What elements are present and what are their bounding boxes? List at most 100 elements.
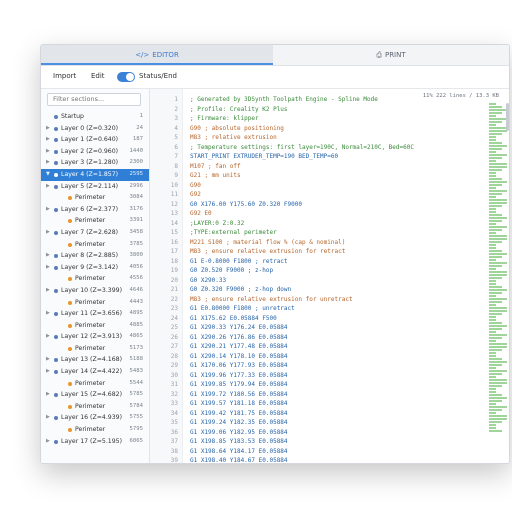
sidebar-subitem[interactable]: Perimeter 4885 [41, 320, 149, 332]
expand-caret-icon[interactable]: ▶ [46, 134, 50, 146]
sidebar-item[interactable]: ▶ Layer 13 (Z=4.168) 5188 [41, 354, 149, 366]
code-line[interactable]: 25 G1 X290.33 Y176.24 E0.05884 [150, 323, 480, 333]
tab-editor[interactable]: </> EDITOR [41, 45, 273, 65]
filter-sections-input[interactable] [47, 93, 141, 106]
sidebar-item[interactable]: ▶ Layer 3 (Z=1.280) 2300 [41, 157, 149, 169]
expand-caret-icon[interactable]: ▶ [46, 366, 50, 378]
code-line[interactable]: 4 G90 ; absolute positioning [150, 124, 480, 134]
expand-caret-icon[interactable]: ▶ [46, 181, 50, 193]
code-line[interactable]: 39 G1 X198.40 Y184.67 E0.05884 [150, 456, 480, 463]
scrollbar-thumb[interactable] [506, 103, 509, 131]
code-line[interactable]: 12 G0 X176.00 Y175.60 Z0.320 F9000 [150, 200, 480, 210]
minimap-line [489, 286, 502, 288]
sidebar-item[interactable]: ▶ Layer 1 (Z=0.640) 187 [41, 134, 149, 146]
sidebar-item[interactable]: ▶ Layer 16 (Z=4.939) 5755 [41, 412, 149, 424]
expand-caret-icon[interactable]: ▶ [46, 250, 50, 262]
code-line[interactable]: 35 G1 X199.24 Y182.35 E0.05884 [150, 418, 480, 428]
import-button[interactable]: Import [53, 72, 76, 80]
sidebar-subitem[interactable]: Perimeter 3391 [41, 215, 149, 227]
expand-caret-icon[interactable]: ▶ [46, 389, 50, 401]
sidebar-item[interactable]: ▶ Layer 17 (Z=5.195) 6065 [41, 436, 149, 448]
sidebar-subitem[interactable]: Perimeter 5544 [41, 378, 149, 390]
expand-caret-icon[interactable]: ▶ [46, 262, 50, 274]
code-line[interactable]: 37 G1 X198.85 Y183.53 E0.05884 [150, 437, 480, 447]
sidebar-item[interactable]: ▶ Layer 9 (Z=3.142) 4056 [41, 262, 149, 274]
sidebar-item[interactable]: ▶ Layer 11 (Z=3.656) 4895 [41, 308, 149, 320]
code-line[interactable]: 22 M83 ; ensure relative extrusion for un… [150, 295, 480, 305]
code-line[interactable]: 24 G1 X175.62 E0.05884 F500 [150, 314, 480, 324]
code-line[interactable]: 6 ; Temperature settings: first layer=190… [150, 143, 480, 153]
sidebar-subitem[interactable]: Perimeter 3785 [41, 239, 149, 251]
sidebar-item[interactable]: ▼ Layer 4 (Z=1.857) 2595 [41, 168, 149, 181]
tab-print[interactable]: ⎙ PRINT [273, 45, 509, 65]
code-line[interactable]: 18 G1 E-0.8000 F1800 ; retract [150, 257, 480, 267]
sidebar-item[interactable]: ▶ Layer 15 (Z=4.682) 5785 [41, 389, 149, 401]
minimap-line [489, 103, 497, 105]
code-line[interactable]: 19 G0 Z0.520 F9000 ; z-hop [150, 266, 480, 276]
sidebar-subitem[interactable]: Perimeter 4443 [41, 297, 149, 309]
code-line[interactable]: 2 ; Profile: Creality K2 Plus [150, 105, 480, 115]
line-number: 5 [174, 134, 178, 141]
sidebar-subitem[interactable]: Perimeter 3084 [41, 192, 149, 204]
code-line[interactable]: 7 START_PRINT EXTRUDER_TEMP=190 BED_TEMP=… [150, 152, 480, 162]
code-line[interactable]: 29 G1 X170.06 Y177.93 E0.05884 [150, 361, 480, 371]
sidebar-item[interactable]: ▶ Layer 5 (Z=2.114) 2996 [41, 181, 149, 193]
code-line[interactable]: 30 G1 X199.96 Y177.33 E0.05884 [150, 371, 480, 381]
status-toggle[interactable] [117, 72, 135, 82]
expand-caret-icon[interactable]: ▶ [46, 227, 50, 239]
code-line[interactable]: 15 ;TYPE:external perimeter [150, 228, 480, 238]
sidebar-item[interactable]: ▶ Layer 6 (Z=2.377) 3176 [41, 204, 149, 216]
code-line[interactable]: 26 G1 X290.26 Y176.86 E0.05884 [150, 333, 480, 343]
code-line[interactable]: 31 G1 X199.85 Y179.94 E0.05884 [150, 380, 480, 390]
code-line[interactable]: 9 G21 ; mm units [150, 171, 480, 181]
code-line[interactable]: 11 G92 [150, 190, 480, 200]
expand-caret-icon[interactable]: ▶ [46, 146, 50, 158]
code-line[interactable]: 28 G1 X290.14 Y178.10 E0.05884 [150, 352, 480, 362]
sidebar-item[interactable]: Startup 1 [41, 111, 149, 123]
code-line[interactable]: 1 ; Generated by 3DSynth Toolpath Engine … [150, 95, 480, 105]
minimap-line [489, 193, 502, 195]
sidebar-item[interactable]: ▶ Layer 2 (Z=0.960) 1440 [41, 146, 149, 158]
sidebar-item[interactable]: ▶ Layer 10 (Z=3.399) 4646 [41, 285, 149, 297]
sidebar-subitem[interactable]: Perimeter 5795 [41, 424, 149, 436]
code-line[interactable]: 8 M107 ; fan off [150, 162, 480, 172]
code-line[interactable]: 32 G1 X199.72 Y180.56 E0.05884 [150, 390, 480, 400]
sidebar-item[interactable]: ▶ Layer 12 (Z=3.913) 4865 [41, 331, 149, 343]
expand-caret-icon[interactable]: ▶ [46, 436, 50, 448]
expand-caret-icon[interactable]: ▶ [46, 412, 50, 424]
sidebar-subitem[interactable]: Perimeter 5784 [41, 401, 149, 413]
code-line[interactable]: 21 G0 Z0.320 F9000 ; z-hop down [150, 285, 480, 295]
sidebar-item[interactable]: ▶ Layer 7 (Z=2.628) 3458 [41, 227, 149, 239]
expand-caret-icon[interactable]: ▶ [46, 331, 50, 343]
expand-caret-icon[interactable]: ▶ [46, 285, 50, 297]
sidebar-subitem[interactable]: Perimeter 4556 [41, 273, 149, 285]
code-line[interactable]: 14 ;LAYER:0 Z:0.32 [150, 219, 480, 229]
expand-caret-icon[interactable]: ▶ [46, 123, 50, 135]
minimap[interactable] [489, 103, 507, 463]
code-editor[interactable]: 11% 222 lines / 13.3 KB 1; Generated by … [150, 89, 509, 463]
expand-caret-icon[interactable]: ▶ [46, 157, 50, 169]
expand-caret-icon[interactable]: ▶ [46, 308, 50, 320]
edit-button[interactable]: Edit [91, 72, 105, 80]
code-line[interactable]: 34 G1 X199.42 Y181.75 E0.05884 [150, 409, 480, 419]
expand-caret-icon[interactable]: ▶ [46, 204, 50, 216]
expand-caret-icon[interactable]: ▼ [46, 169, 50, 181]
code-line[interactable]: 27 G1 X290.21 Y177.48 E0.05884 [150, 342, 480, 352]
code-line[interactable]: 10 G90 [150, 181, 480, 191]
sidebar-item[interactable]: ▶ Layer 14 (Z=4.422) 5483 [41, 366, 149, 378]
sidebar-item[interactable]: ▶ Layer 8 (Z=2.885) 3800 [41, 250, 149, 262]
code-line[interactable]: 38 G1 X198.64 Y184.17 E0.05884 [150, 447, 480, 457]
code-line[interactable]: 16 M221 S100 ; material flow % (cap & nom… [150, 238, 480, 248]
expand-caret-icon[interactable]: ▶ [46, 354, 50, 366]
code-line[interactable]: 3 ; Firmware: klipper [150, 114, 480, 124]
code-line[interactable]: 13 G92 E0 [150, 209, 480, 219]
code-line[interactable]: 23 G1 E0.80000 F1800 ; unretract [150, 304, 480, 314]
code-line[interactable]: 36 G1 X199.06 Y182.95 E0.05884 [150, 428, 480, 438]
sidebar-item[interactable]: ▶ Layer 0 (Z=0.320) 24 [41, 123, 149, 135]
code-line[interactable]: 20 G0 X290.33 [150, 276, 480, 286]
code-line[interactable]: 17 M83 ; ensure relative extrusion for re… [150, 247, 480, 257]
code-text: G0 X176.00 Y175.60 Z0.320 F9000 [190, 200, 302, 208]
sidebar-subitem[interactable]: Perimeter 5173 [41, 343, 149, 355]
code-line[interactable]: 33 G1 X199.57 Y181.18 E0.05884 [150, 399, 480, 409]
code-line[interactable]: 5 M83 ; relative extrusion [150, 133, 480, 143]
